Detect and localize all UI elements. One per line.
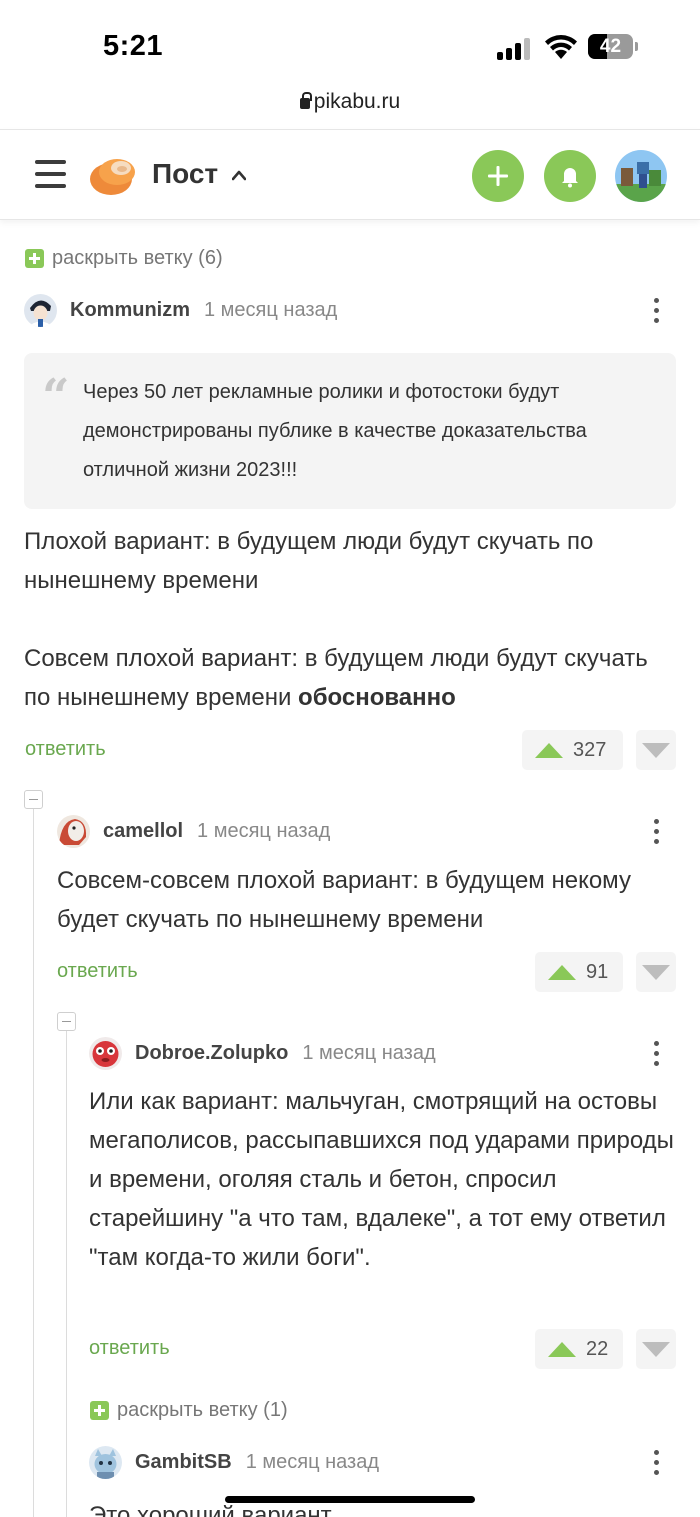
avatar[interactable] xyxy=(89,1037,122,1070)
home-indicator[interactable] xyxy=(225,1496,475,1503)
arrow-up-icon xyxy=(548,964,576,980)
url-text: pikabu.ru xyxy=(313,90,401,113)
more-options-icon[interactable] xyxy=(646,1039,666,1069)
wifi-icon xyxy=(545,35,577,59)
upvote-button[interactable]: 22 xyxy=(535,1329,623,1369)
avatar-image xyxy=(24,294,57,327)
expand-thread-button[interactable]: раскрыть ветку (1) xyxy=(90,1399,288,1422)
comment-header: Kommunizm 1 месяц назад xyxy=(24,294,337,327)
comment-time: 1 месяц назад xyxy=(302,1042,436,1064)
comment-header: Dobroe.Zolupko 1 месяц назад xyxy=(89,1037,436,1070)
downvote-button[interactable] xyxy=(636,730,676,770)
expand-thread-button[interactable]: раскрыть ветку (6) xyxy=(25,247,223,270)
quote-block: “ Через 50 лет рекламные ролики и фотост… xyxy=(24,353,676,509)
comment-text: Или как вариант: мальчуган, смотрящий на… xyxy=(89,1088,674,1271)
more-options-icon[interactable] xyxy=(646,296,666,326)
avatar[interactable] xyxy=(89,1446,122,1479)
arrow-down-icon xyxy=(642,1342,670,1357)
comment-paragraph: Плохой вариант: в будущем люди будут ску… xyxy=(24,528,594,594)
quote-icon: “ xyxy=(42,369,70,425)
battery-icon: 42 xyxy=(588,34,638,59)
arrow-up-icon xyxy=(548,1341,576,1357)
more-options-icon[interactable] xyxy=(646,817,666,847)
lock-icon xyxy=(299,92,312,109)
upvote-button[interactable]: 327 xyxy=(522,730,623,770)
comment-author[interactable]: GambitSB xyxy=(135,1451,232,1474)
user-avatar[interactable] xyxy=(615,150,667,202)
comment-author[interactable]: Kommunizm xyxy=(70,299,190,322)
avatar[interactable] xyxy=(57,815,90,848)
plus-square-icon xyxy=(25,249,44,268)
avatar-image xyxy=(615,150,667,202)
add-post-button[interactable] xyxy=(472,150,524,202)
comment-text: Плохой вариант: в будущем люди будут ску… xyxy=(24,522,676,717)
thread-line xyxy=(66,1030,67,1517)
arrow-down-icon xyxy=(642,743,670,758)
upvote-button[interactable]: 91 xyxy=(535,952,623,992)
thread-line xyxy=(33,808,34,1517)
comment-time: 1 месяц назад xyxy=(245,1451,379,1473)
comment-text: Совсем-совсем плохой вариант: в будущем … xyxy=(57,867,631,933)
status-time: 5:21 xyxy=(103,30,164,62)
downvote-button[interactable] xyxy=(636,952,676,992)
avatar-image xyxy=(89,1446,122,1479)
comment-bold-text: обоснованно xyxy=(298,684,456,711)
plus-icon xyxy=(488,166,508,186)
comment-header: camellol 1 месяц назад xyxy=(57,815,330,848)
pikabu-logo-icon[interactable] xyxy=(89,152,137,196)
collapse-thread-button[interactable] xyxy=(24,790,43,809)
rating-count: 91 xyxy=(586,960,609,983)
bell-icon xyxy=(562,168,578,188)
more-options-icon[interactable] xyxy=(646,1448,666,1478)
notifications-button[interactable] xyxy=(544,150,596,202)
comment-time: 1 месяц назад xyxy=(197,820,331,842)
chevron-up-icon[interactable] xyxy=(232,169,246,183)
arrow-up-icon xyxy=(535,742,563,758)
comment-paragraph: Совсем плохой вариант: в будущем люди бу… xyxy=(24,639,676,717)
avatar-image xyxy=(57,815,90,848)
cellular-signal-icon xyxy=(497,38,533,60)
rating-count: 327 xyxy=(573,738,607,761)
downvote-button[interactable] xyxy=(636,1329,676,1369)
plus-square-icon xyxy=(90,1401,109,1420)
reply-button[interactable]: ответить xyxy=(25,738,106,761)
reply-button[interactable]: ответить xyxy=(57,960,138,983)
collapse-thread-button[interactable] xyxy=(57,1012,76,1031)
page-title[interactable]: Пост xyxy=(152,158,218,190)
comment-author[interactable]: camellol xyxy=(103,820,183,843)
comment-time: 1 месяц назад xyxy=(204,299,338,321)
avatar[interactable] xyxy=(24,294,57,327)
menu-icon[interactable] xyxy=(35,159,66,189)
comment-header: GambitSB 1 месяц назад xyxy=(89,1446,379,1479)
expand-thread-label: раскрыть ветку (6) xyxy=(52,247,223,269)
arrow-down-icon xyxy=(642,965,670,980)
rating-count: 22 xyxy=(586,1337,609,1360)
quote-text: Через 50 лет рекламные ролики и фотосток… xyxy=(83,381,587,481)
avatar-image xyxy=(89,1037,122,1070)
reply-button[interactable]: ответить xyxy=(89,1337,170,1360)
expand-thread-label: раскрыть ветку (1) xyxy=(117,1399,288,1421)
status-bar: 5:21 42 xyxy=(0,0,700,90)
app-header: Пост xyxy=(0,129,700,220)
battery-level: 42 xyxy=(599,36,622,57)
address-bar[interactable]: pikabu.ru xyxy=(0,90,700,128)
comment-author[interactable]: Dobroe.Zolupko xyxy=(135,1042,288,1065)
